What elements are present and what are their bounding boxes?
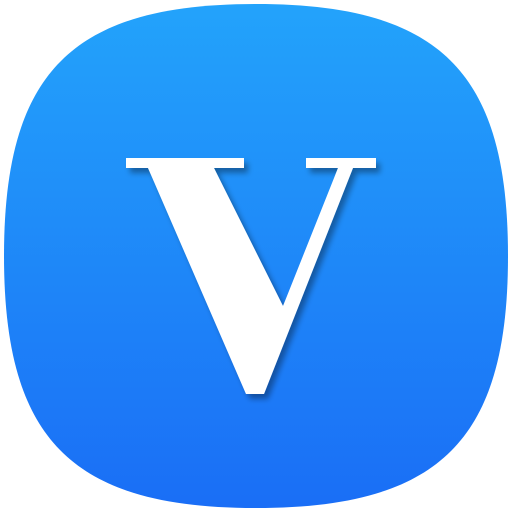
app-icon-canvas [0, 0, 512, 512]
v-logo-icon [4, 4, 508, 508]
v-app-icon[interactable] [0, 0, 512, 512]
